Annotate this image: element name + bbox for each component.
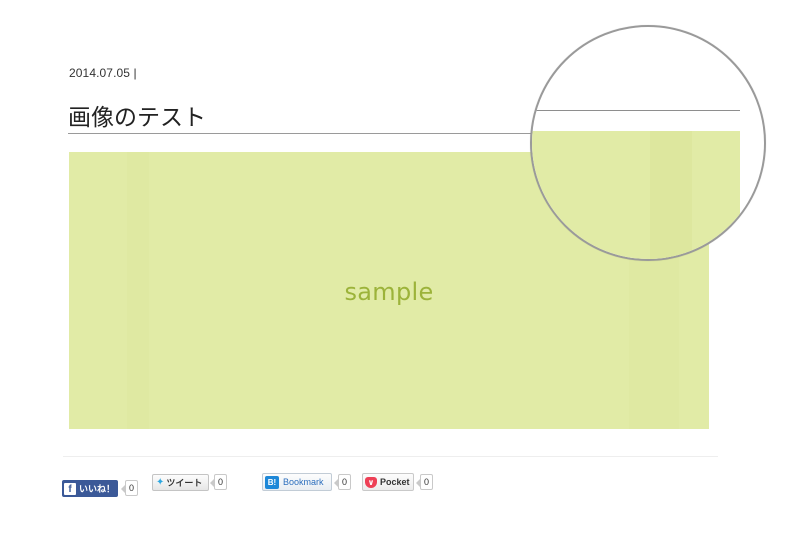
post-title: 画像のテスト xyxy=(68,105,206,131)
hatena-bookmark-button[interactable]: B! Bookmark xyxy=(262,473,332,491)
tweet-count: 0 xyxy=(209,474,228,490)
tweet-button[interactable]: ✦ ツイート xyxy=(152,474,209,491)
pocket-button[interactable]: ∨ Pocket xyxy=(362,473,414,491)
facebook-like-count: 0 xyxy=(120,480,139,496)
facebook-icon: f xyxy=(64,482,76,495)
hatena-bookmark-icon: B! xyxy=(265,475,279,489)
magnified-image xyxy=(532,131,740,259)
twitter-bird-icon: ✦ xyxy=(156,477,165,488)
magnifier-lens xyxy=(530,25,766,261)
tweet-label: ツイート xyxy=(166,478,203,488)
pocket-label: Pocket xyxy=(380,477,410,487)
pocket-count: 0 xyxy=(415,474,434,490)
hatena-bookmark-count: 0 xyxy=(333,474,352,490)
post-date: 2014.07.05 | xyxy=(69,66,137,80)
magnified-divider xyxy=(532,110,740,111)
share-divider xyxy=(63,456,718,457)
sample-image-text: sample xyxy=(344,278,434,306)
facebook-like-label: いいね！ xyxy=(79,484,116,494)
hatena-bookmark-label: Bookmark xyxy=(283,477,324,487)
pocket-icon: ∨ xyxy=(365,476,377,488)
facebook-like-button[interactable]: f いいね！ xyxy=(62,480,118,497)
